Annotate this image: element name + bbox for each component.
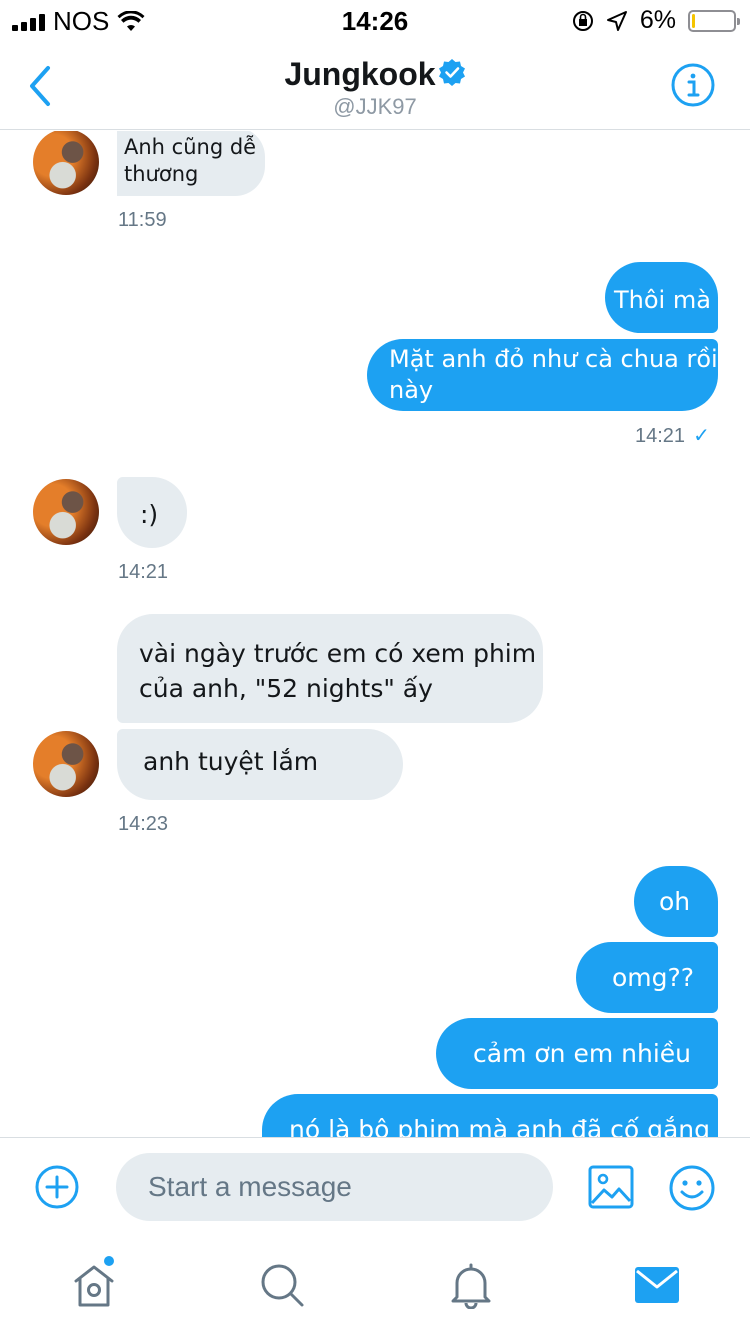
search-icon[interactable] xyxy=(258,1261,306,1309)
emoji-icon[interactable] xyxy=(668,1164,716,1212)
status-bar: NOS 14:26 6% xyxy=(0,0,750,40)
incoming-message[interactable]: :) xyxy=(117,477,187,548)
outgoing-message[interactable]: Thôi mà xyxy=(605,262,718,333)
add-attachment-icon[interactable] xyxy=(34,1164,80,1210)
info-icon[interactable] xyxy=(670,62,716,108)
message-thread[interactable]: Anh cũng dễ thương 11:59 Thôi mà Mặt anh… xyxy=(0,131,750,1137)
contact-avatar[interactable] xyxy=(33,479,99,545)
outgoing-message[interactable]: nó là bộ phim mà anh đã cố gắng xyxy=(262,1094,718,1137)
outgoing-message[interactable]: cảm ơn em nhiều xyxy=(436,1018,718,1089)
conversation-header: Jungkook @JJK97 xyxy=(0,40,750,130)
notifications-icon[interactable] xyxy=(447,1261,495,1309)
contact-avatar[interactable] xyxy=(33,731,99,797)
incoming-message[interactable]: anh tuyệt lắm xyxy=(117,729,403,800)
image-icon[interactable] xyxy=(588,1165,634,1209)
home-icon[interactable] xyxy=(70,1261,118,1309)
outgoing-message[interactable]: oh xyxy=(634,866,718,937)
message-input[interactable] xyxy=(116,1153,553,1221)
orientation-lock-icon xyxy=(572,10,593,31)
contact-name: Jungkook xyxy=(0,56,750,93)
verified-badge-icon xyxy=(438,59,465,86)
messages-icon[interactable] xyxy=(634,1261,680,1309)
tab-bar xyxy=(0,1237,750,1334)
outgoing-message[interactable]: Mặt anh đỏ như cà chua rồi này xyxy=(367,339,718,411)
incoming-message[interactable]: Anh cũng dễ thương xyxy=(117,131,265,196)
new-content-dot xyxy=(104,1256,114,1266)
read-checkmark-icon: ✓ xyxy=(693,425,710,447)
battery-percent: 6% xyxy=(639,6,676,34)
message-timestamp-read: 14:21 ✓ xyxy=(635,425,710,447)
contact-handle: @JJK97 xyxy=(333,94,417,119)
contact-avatar[interactable] xyxy=(33,131,99,195)
message-timestamp: 14:23 xyxy=(118,813,169,835)
outgoing-message[interactable]: omg?? xyxy=(576,942,718,1013)
incoming-message[interactable]: vài ngày trước em có xem phim của anh, "… xyxy=(117,614,543,723)
message-timestamp: 11:59 xyxy=(118,209,167,231)
battery-icon xyxy=(688,9,740,32)
location-arrow-icon xyxy=(606,10,627,31)
message-timestamp: 14:21 xyxy=(118,561,169,583)
message-composer xyxy=(0,1137,750,1237)
